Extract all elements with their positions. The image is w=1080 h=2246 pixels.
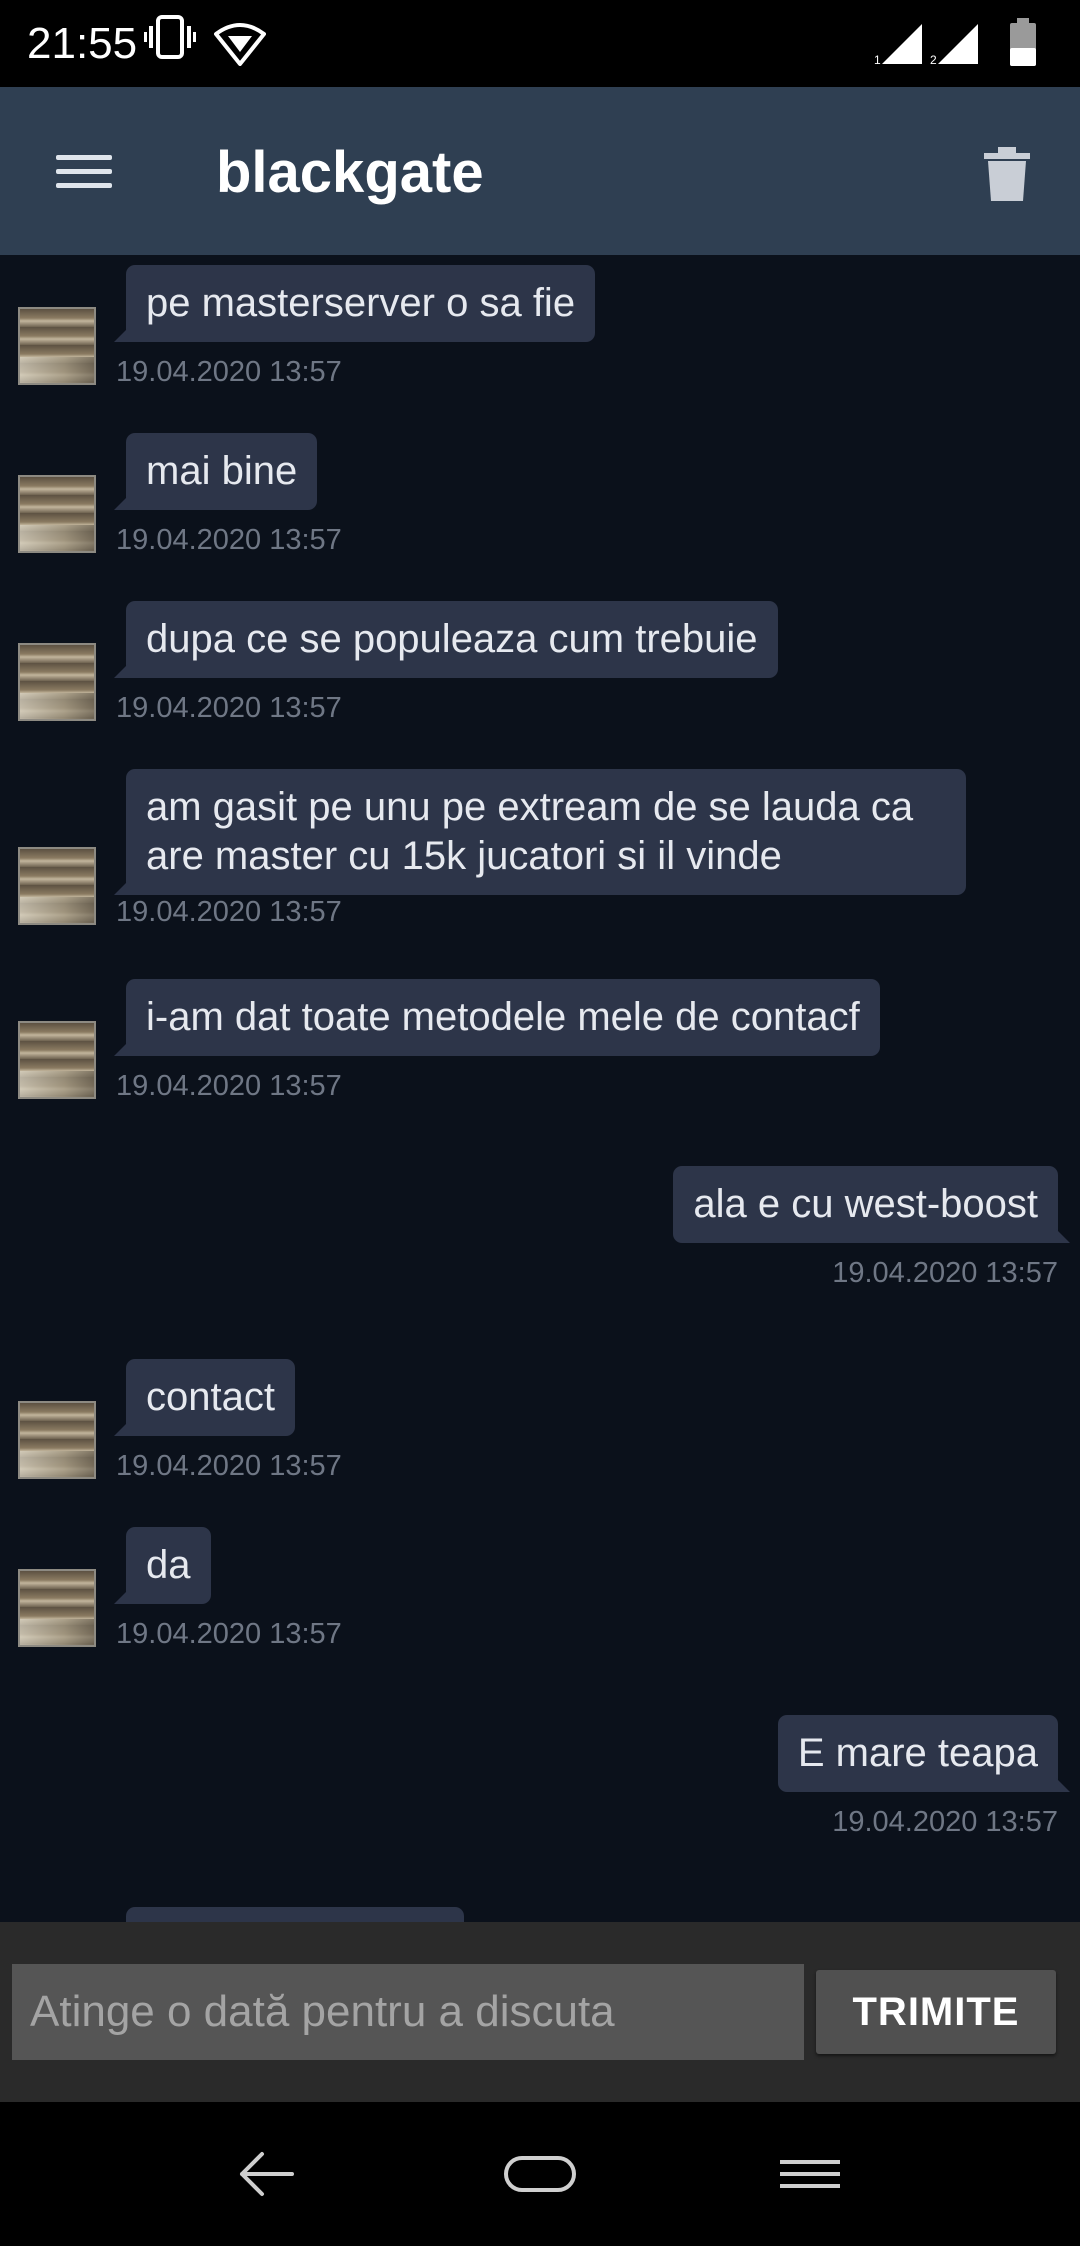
avatar[interactable] [18,847,96,925]
trash-icon[interactable] [974,139,1040,205]
avatar[interactable] [18,475,96,553]
recents-icon[interactable] [760,2142,860,2206]
avatar[interactable] [18,307,96,385]
message-text: ala e cu west-boost [673,1166,1070,1243]
avatar[interactable] [18,643,96,721]
message-text: pe masterserver o sa fie [113,265,596,342]
vibrate-icon [144,15,196,59]
message-timestamp: 19.04.2020 13:57 [832,1806,1058,1838]
sim1-label: 1 [874,53,881,66]
message-timestamp: 19.04.2020 13:57 [116,524,342,556]
app-bar: blackgate [0,87,1080,255]
message-text: E mare teapa [777,1715,1071,1792]
message-timestamp: 19.04.2020 13:57 [116,1450,342,1482]
avatar[interactable] [18,1569,96,1647]
hamburger-menu-icon[interactable] [40,141,130,201]
home-icon[interactable] [490,2142,590,2206]
message-text: contact [114,1359,295,1436]
message-input[interactable] [12,1964,804,2060]
message-timestamp: 19.04.2020 13:57 [116,1070,342,1102]
navigation-bar [0,2102,1080,2246]
partial-message-bubble [126,1907,464,1922]
message-text: dupa ce se populeaza cum trebuie [114,601,778,678]
signal-sim1-icon: 1 [874,24,922,66]
avatar[interactable] [18,1401,96,1479]
conversation-title: blackgate [216,140,484,205]
message-timestamp: 19.04.2020 13:57 [832,1257,1058,1289]
composer: TRIMITE [0,1922,1080,2102]
message-text: am gasit pe unu pe extream de se lauda c… [114,769,966,895]
message-text: i-am dat toate metodele mele de contacf [114,979,880,1056]
message-timestamp: 19.04.2020 13:57 [116,692,342,724]
wifi-icon [214,23,266,66]
avatar[interactable] [18,1021,96,1099]
battery-icon [1010,18,1036,66]
back-icon[interactable] [220,2142,320,2206]
signal-sim2-icon: 2 [930,24,978,66]
message-timestamp: 19.04.2020 13:57 [116,356,342,388]
status-bar: 21:55 1 2 [0,0,1080,87]
message-text: da [114,1527,211,1604]
message-timestamp: 19.04.2020 13:57 [116,896,342,928]
message-text: mai bine [113,433,318,510]
message-timestamp: 19.04.2020 13:57 [116,1618,342,1650]
sim2-label: 2 [930,53,937,66]
status-time: 21:55 [27,19,138,68]
message-list[interactable]: pe masterserver o sa fie 19.04.2020 13:57… [0,255,1080,1922]
send-button[interactable]: TRIMITE [816,1970,1056,2054]
